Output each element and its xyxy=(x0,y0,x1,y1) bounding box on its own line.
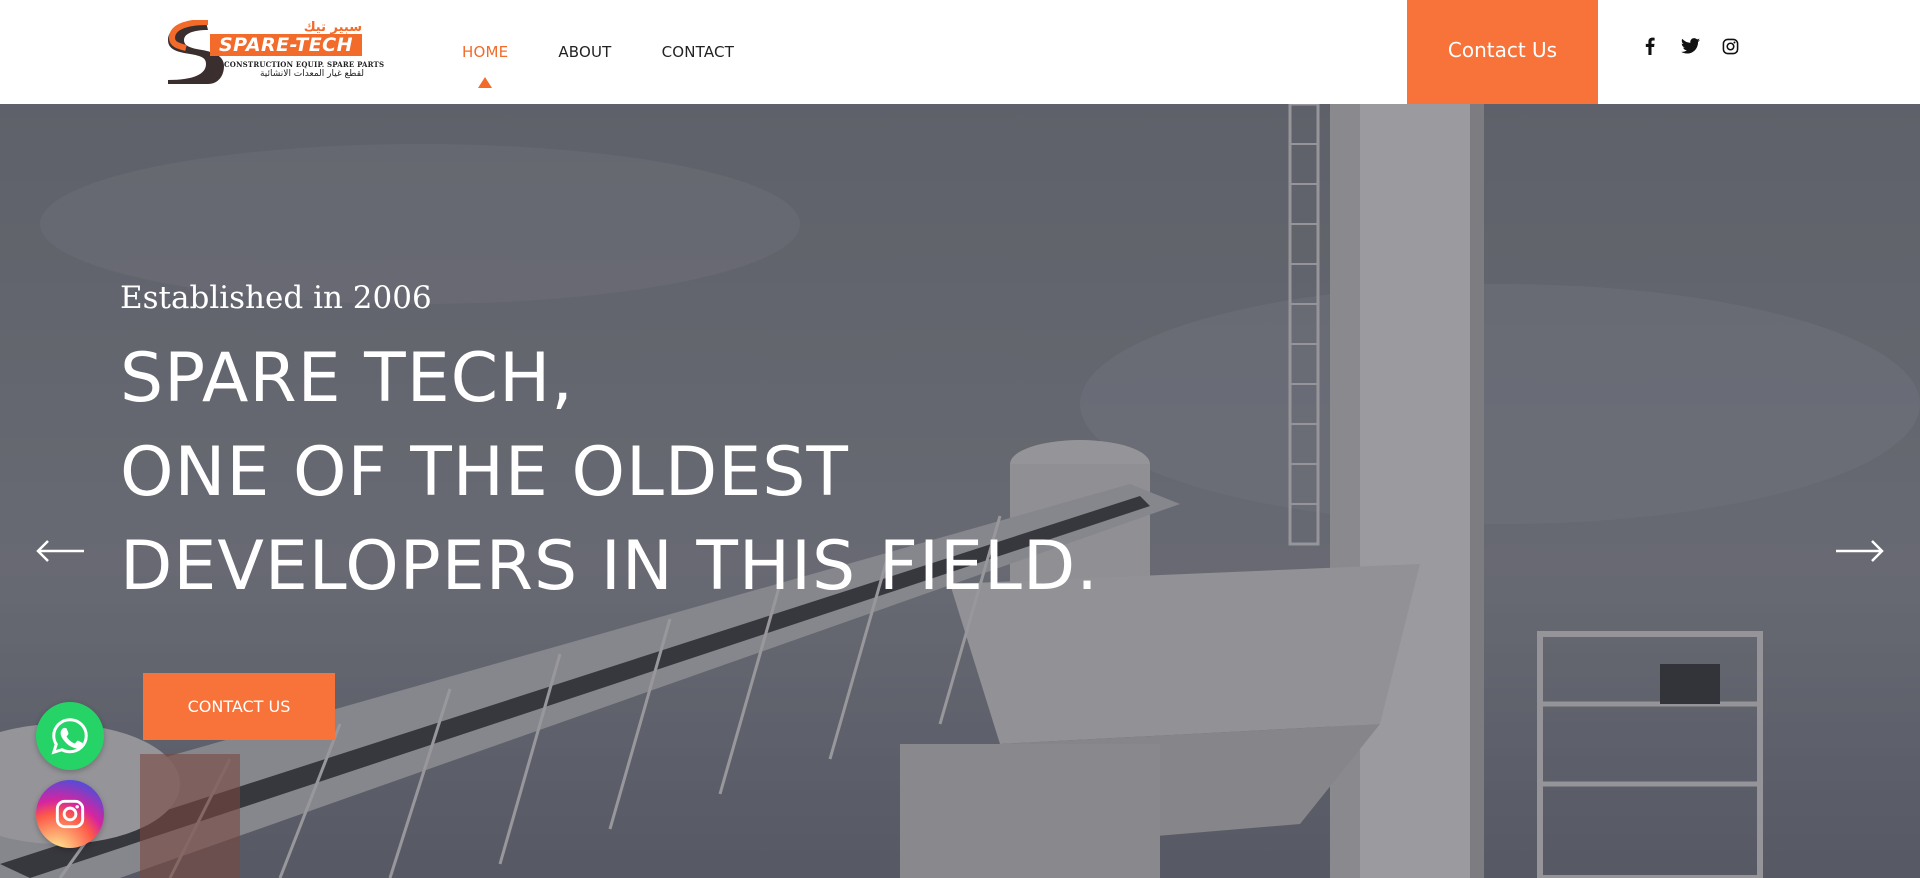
logo-wordmark: SPARE-TECH xyxy=(210,34,362,56)
nav-item-label: CONTACT xyxy=(661,43,735,61)
site-header: سبير تيك SPARE-TECH CONSTRUCTION EQUIP. … xyxy=(0,0,1920,104)
logo[interactable]: سبير تيك SPARE-TECH CONSTRUCTION EQUIP. … xyxy=(164,20,384,84)
hero-slider: Established in 2006 SPARE TECH, ONE OF T… xyxy=(0,104,1920,878)
instagram-icon[interactable] xyxy=(1720,36,1740,56)
hero-title-line: ONE OF THE OLDEST xyxy=(120,433,849,512)
hero-title-line: DEVELOPERS IN THIS FIELD. xyxy=(120,527,1099,606)
arrow-left-icon[interactable] xyxy=(34,536,86,566)
main-nav: HOME ABOUT CONTACT xyxy=(462,0,784,104)
active-caret-icon xyxy=(478,77,493,88)
hero-title-line: SPARE TECH, xyxy=(120,339,574,418)
nav-item-home[interactable]: HOME xyxy=(462,43,509,88)
arrow-right-icon[interactable] xyxy=(1834,536,1886,566)
facebook-icon[interactable] xyxy=(1640,36,1660,56)
whatsapp-icon[interactable] xyxy=(36,702,104,770)
nav-item-label: ABOUT xyxy=(558,43,612,61)
hero-established: Established in 2006 xyxy=(120,280,432,316)
logo-arabic-name: سبير تيك xyxy=(303,20,362,35)
instagram-icon[interactable] xyxy=(36,780,104,848)
logo-subtitle: CONSTRUCTION EQUIP. SPARE PARTS xyxy=(224,60,385,69)
social-links xyxy=(1640,36,1740,56)
contact-us-button[interactable]: Contact Us xyxy=(1407,0,1598,104)
nav-item-label: HOME xyxy=(462,43,509,61)
logo-arabic-subtitle: لقطع غيار المعدات الانشائية xyxy=(259,69,364,79)
nav-item-contact[interactable]: CONTACT xyxy=(662,43,735,61)
hero-contact-button[interactable]: CONTACT US xyxy=(143,673,335,740)
hero-title: SPARE TECH, ONE OF THE OLDEST DEVELOPERS… xyxy=(120,332,1099,614)
twitter-icon[interactable] xyxy=(1680,36,1700,56)
nav-item-about[interactable]: ABOUT xyxy=(558,43,611,61)
